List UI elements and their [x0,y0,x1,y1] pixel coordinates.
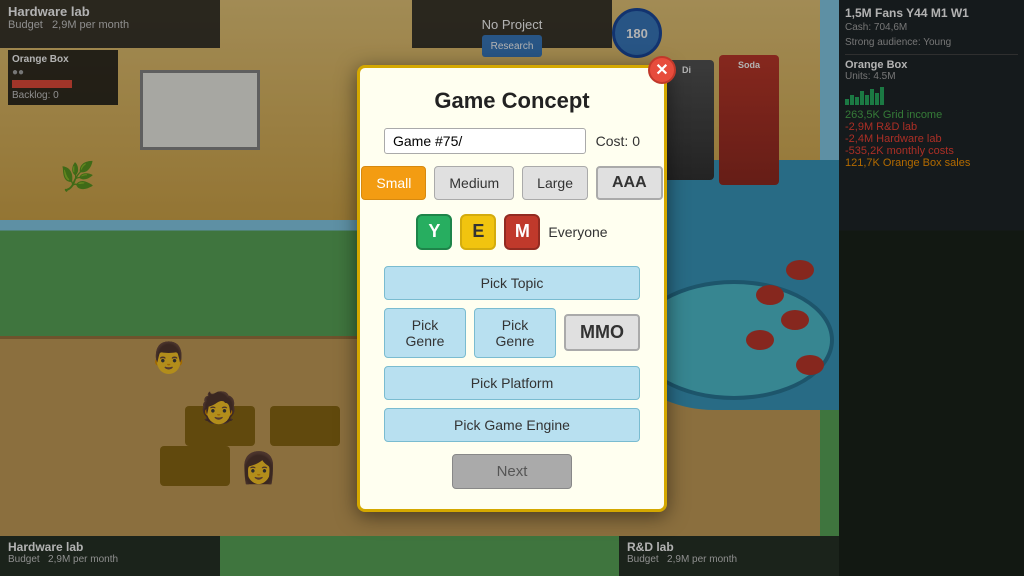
rating-y-label: Y [428,221,440,242]
pick-genre-2-button[interactable]: Pick Genre [474,308,556,358]
size-aaa-button[interactable]: AAA [596,166,663,200]
game-name-input[interactable] [384,128,586,154]
size-row: Small Medium Large AAA [384,166,640,200]
next-button[interactable]: Next [452,454,572,489]
mmo-button[interactable]: MMO [564,314,640,351]
genre-row: Pick Genre Pick Genre MMO [384,308,640,358]
modal-overlay: ✕ Game Concept Cost: 0 Small Medium Larg… [0,0,1024,576]
rating-m-badge[interactable]: M [504,214,540,250]
name-row: Cost: 0 [384,128,640,154]
pick-platform-button[interactable]: Pick Platform [384,366,640,400]
size-large-button[interactable]: Large [522,166,588,200]
cost-label: Cost: 0 [596,133,640,149]
pick-genre-1-button[interactable]: Pick Genre [384,308,466,358]
pick-topic-button[interactable]: Pick Topic [384,266,640,300]
audience-label: Everyone [548,224,607,240]
dialog-title: Game Concept [384,88,640,114]
rating-y-badge[interactable]: Y [416,214,452,250]
close-button[interactable]: ✕ [648,56,676,84]
rating-row: Y E M Everyone [384,214,640,250]
pick-engine-button[interactable]: Pick Game Engine [384,408,640,442]
close-icon: ✕ [655,60,668,80]
game-concept-dialog: ✕ Game Concept Cost: 0 Small Medium Larg… [357,65,667,512]
rating-m-label: M [515,221,530,242]
rating-e-label: E [472,221,484,242]
rating-e-badge[interactable]: E [460,214,496,250]
size-small-button[interactable]: Small [361,166,426,200]
size-medium-button[interactable]: Medium [434,166,514,200]
